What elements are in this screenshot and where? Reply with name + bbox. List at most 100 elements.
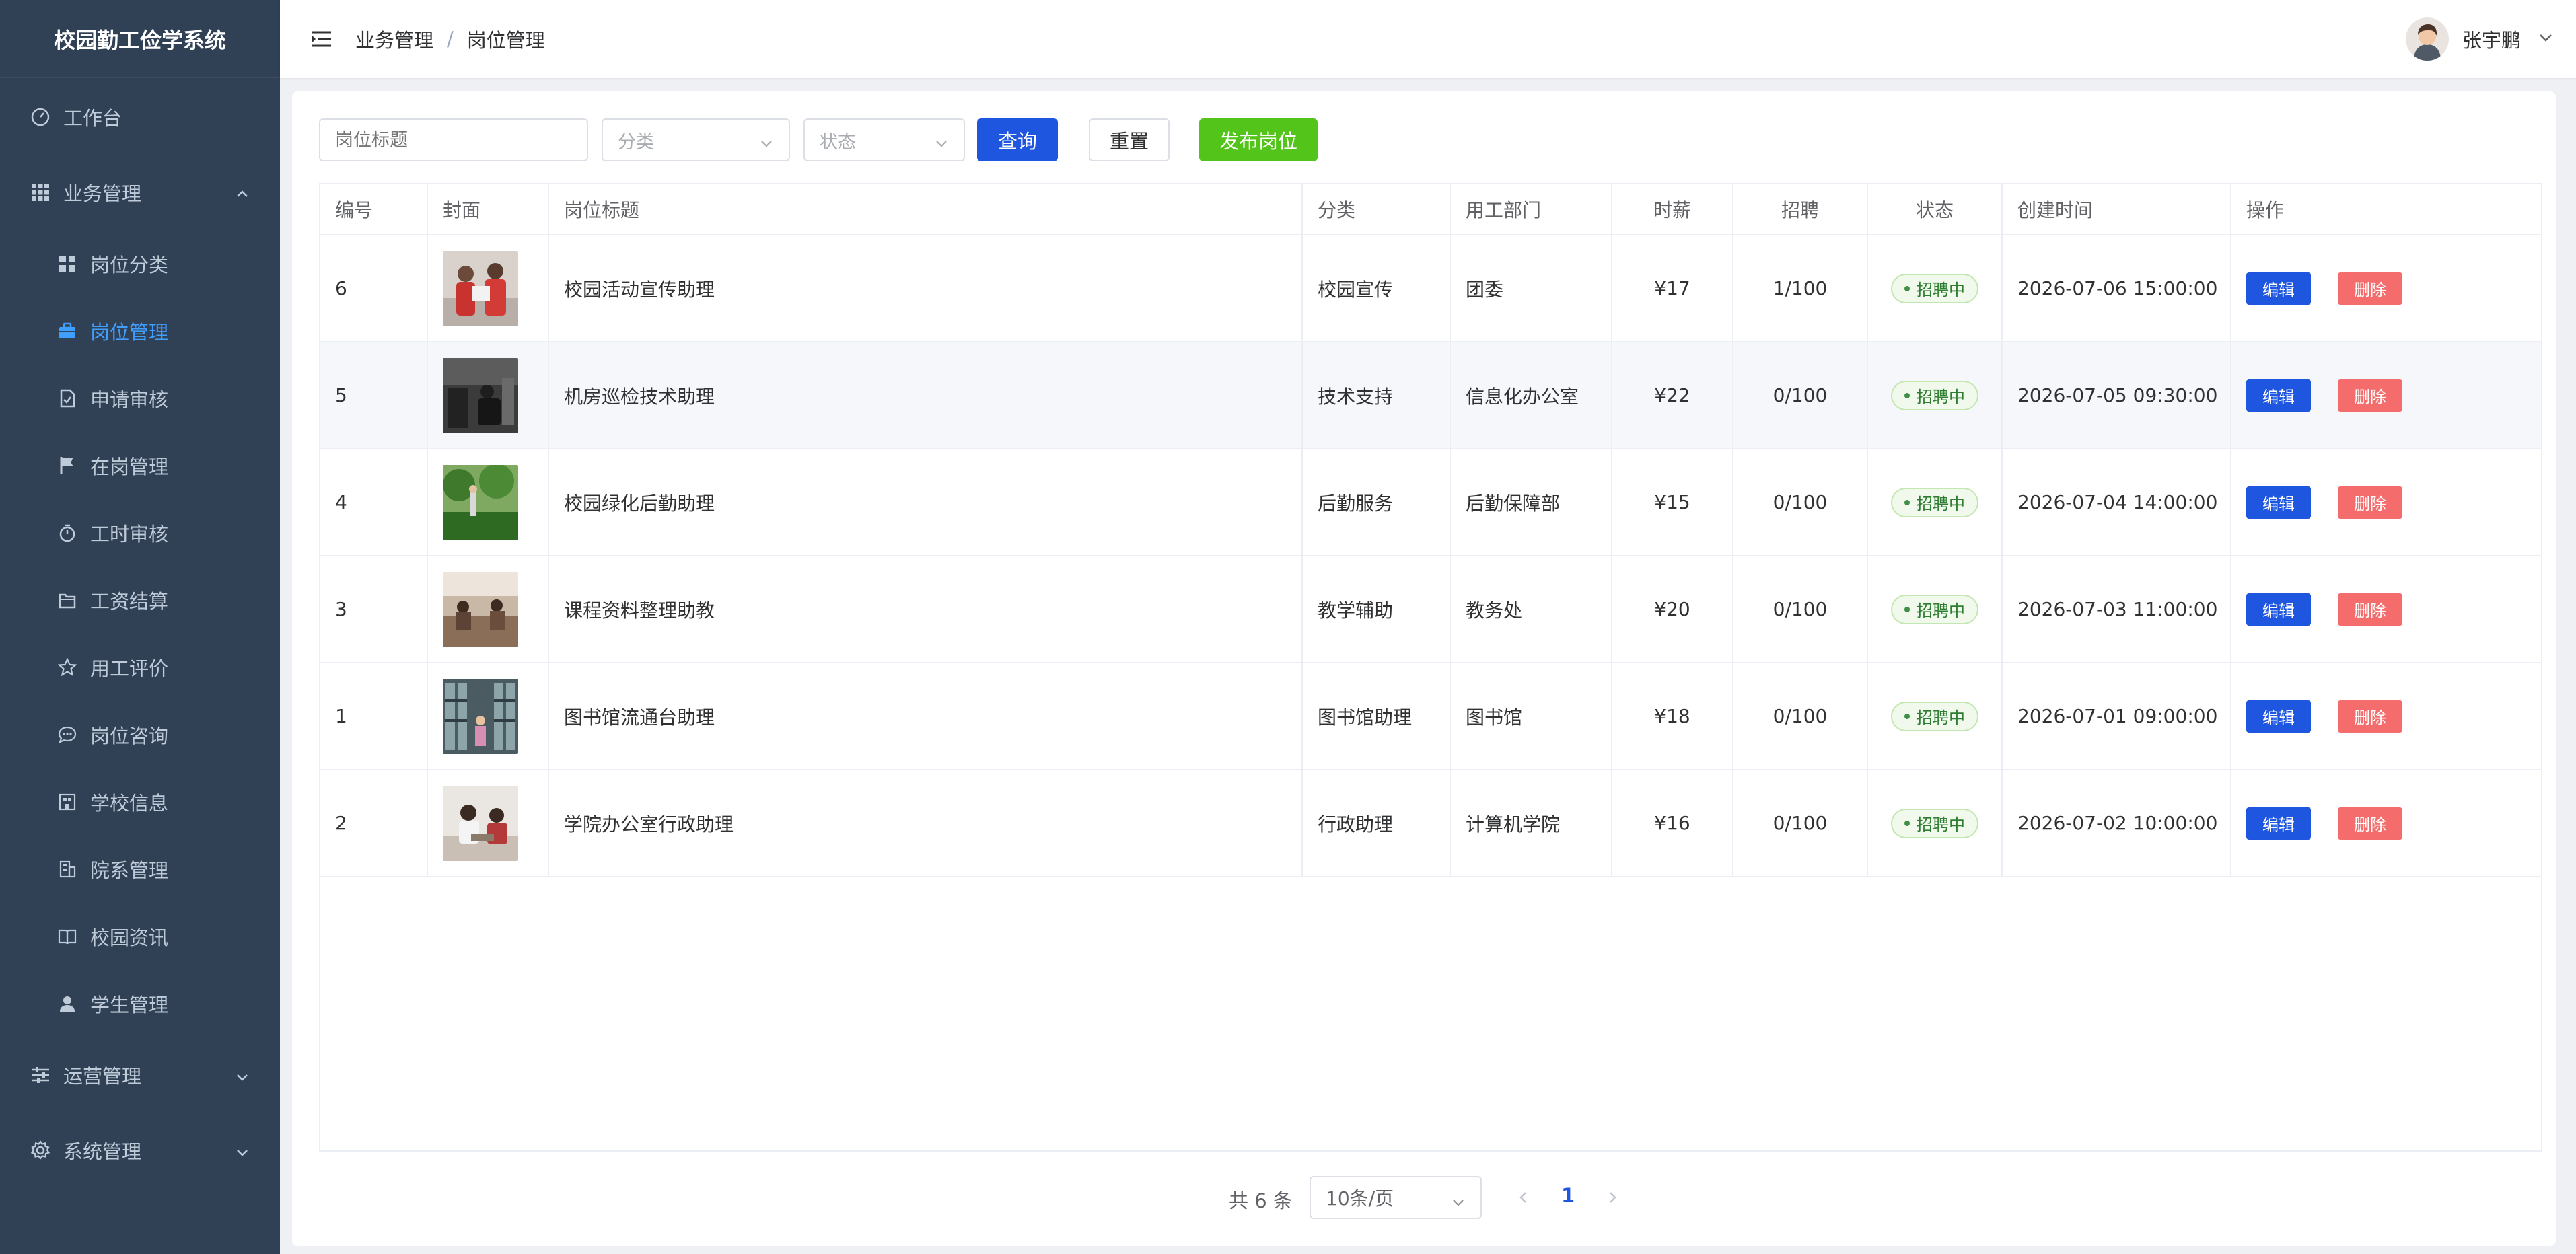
- sidebar-item-department-management[interactable]: 院系管理: [0, 842, 280, 896]
- delete-button[interactable]: 删除: [2338, 593, 2402, 626]
- delete-button[interactable]: 删除: [2338, 486, 2402, 519]
- job-cover-image[interactable]: [443, 250, 518, 326]
- status-badge-label: 招聘中: [1917, 815, 1965, 834]
- page-number-current[interactable]: 1: [1561, 1184, 1575, 1207]
- edit-button[interactable]: 编辑: [2246, 379, 2311, 412]
- cell-recruit: 0/100: [1733, 663, 1868, 769]
- edit-button[interactable]: 编辑: [2246, 486, 2311, 519]
- status-badge: 招聘中: [1891, 487, 1978, 517]
- document-check-icon: [57, 388, 78, 409]
- delete-button[interactable]: 删除: [2338, 700, 2402, 733]
- status-dot: [1904, 499, 1910, 505]
- school-icon: [57, 791, 78, 813]
- table-row: 1 图书馆流通台助理 图书馆助理 图书馆 ¥18 0/100 招聘中 2026-…: [320, 663, 2541, 770]
- sidebar-item-label: 用工评价: [90, 657, 169, 680]
- cell-recruit: 0/100: [1733, 449, 1868, 555]
- next-page-icon[interactable]: [1604, 1189, 1620, 1208]
- sidebar-item-label: 工作台: [63, 107, 122, 130]
- category-select[interactable]: 分类: [602, 118, 790, 161]
- title-search-input[interactable]: [319, 118, 588, 161]
- cell-title: 机房巡检技术助理: [549, 342, 1303, 448]
- sidebar-item-label: 岗位咨询: [90, 725, 169, 747]
- cell-id: 2: [320, 770, 428, 876]
- job-cover-image[interactable]: [443, 678, 518, 754]
- breadcrumb: 业务管理 / 岗位管理: [355, 25, 545, 53]
- stopwatch-icon: [57, 522, 78, 544]
- sidebar-item-job-management[interactable]: 岗位管理: [0, 304, 280, 358]
- user-name: 张宇鹏: [2462, 29, 2521, 52]
- cell-actions: 编辑 删除: [2231, 449, 2541, 555]
- breadcrumb-item-current: 岗位管理: [466, 29, 545, 52]
- sidebar-item-label: 申请审核: [90, 388, 169, 411]
- sidebar-item-job-category[interactable]: 岗位分类: [0, 237, 280, 291]
- breadcrumb-item-business[interactable]: 业务管理: [355, 25, 433, 53]
- menu-toggle-icon[interactable]: [310, 27, 334, 51]
- reset-button[interactable]: 重置: [1089, 118, 1170, 161]
- sidebar-item-dashboard[interactable]: 工作台: [0, 90, 280, 144]
- column-header-cover: 封面: [428, 184, 549, 234]
- column-header-status: 状态: [1868, 184, 2003, 234]
- column-header-department: 用工部门: [1451, 184, 1612, 234]
- cell-status: 招聘中: [1868, 556, 2003, 662]
- sidebar-item-employment-rating[interactable]: 用工评价: [0, 640, 280, 694]
- sidebar-item-hours-review[interactable]: 工时审核: [0, 506, 280, 560]
- cell-category: 教学辅助: [1303, 556, 1451, 662]
- page-size-value: 10条/页: [1326, 1187, 1394, 1210]
- cell-recruit: 0/100: [1733, 770, 1868, 876]
- sidebar-item-campus-news[interactable]: 校园资讯: [0, 910, 280, 963]
- cell-department: 教务处: [1451, 556, 1612, 662]
- cell-category: 后勤服务: [1303, 449, 1451, 555]
- cell-created: 2026-07-02 10:00:00: [2003, 770, 2231, 876]
- status-badge: 招聘中: [1891, 594, 1978, 624]
- publish-job-button[interactable]: 发布岗位: [1199, 118, 1318, 161]
- sidebar-item-on-duty[interactable]: 在岗管理: [0, 439, 280, 492]
- sidebar-item-job-inquiry[interactable]: 岗位咨询: [0, 708, 280, 762]
- cell-cover: [428, 663, 549, 769]
- page-size-select[interactable]: 10条/页: [1310, 1176, 1482, 1219]
- cell-actions: 编辑 删除: [2231, 663, 2541, 769]
- delete-button[interactable]: 删除: [2338, 272, 2402, 305]
- status-dot: [1904, 392, 1910, 398]
- job-cover-image[interactable]: [443, 357, 518, 433]
- cell-department: 信息化办公室: [1451, 342, 1612, 448]
- sidebar-group-business[interactable]: 业务管理: [0, 165, 280, 219]
- job-cover-image[interactable]: [443, 464, 518, 540]
- column-header-id: 编号: [320, 184, 428, 234]
- status-select[interactable]: 状态: [803, 118, 965, 161]
- delete-button[interactable]: 删除: [2338, 379, 2402, 412]
- sidebar-item-application-review[interactable]: 申请审核: [0, 371, 280, 425]
- sidebar-item-label: 工资结算: [90, 590, 169, 613]
- sidebar-group-operations[interactable]: 运营管理: [0, 1048, 280, 1102]
- sidebar-item-payroll[interactable]: 工资结算: [0, 573, 280, 627]
- job-cover-image[interactable]: [443, 571, 518, 647]
- status-select-placeholder: 状态: [820, 131, 856, 153]
- prev-page-icon[interactable]: [1515, 1189, 1532, 1208]
- sidebar-item-school-info[interactable]: 学校信息: [0, 775, 280, 829]
- edit-button[interactable]: 编辑: [2246, 272, 2311, 305]
- search-button[interactable]: 查询: [977, 118, 1058, 161]
- cell-category: 行政助理: [1303, 770, 1451, 876]
- edit-button[interactable]: 编辑: [2246, 593, 2311, 626]
- edit-button[interactable]: 编辑: [2246, 807, 2311, 840]
- column-header-title: 岗位标题: [549, 184, 1303, 234]
- cell-cover: [428, 770, 549, 876]
- sidebar-item-student-management[interactable]: 学生管理: [0, 977, 280, 1031]
- table-header: 编号 封面 岗位标题 分类 用工部门 时薪 招聘 状态 创建时间 操作: [320, 184, 2541, 235]
- user-icon: [57, 993, 78, 1015]
- job-cover-image[interactable]: [443, 785, 518, 861]
- chevron-up-icon: [234, 184, 250, 207]
- chevron-down-icon: [1451, 1192, 1466, 1214]
- cell-wage: ¥15: [1612, 449, 1733, 555]
- cell-category: 图书馆助理: [1303, 663, 1451, 769]
- edit-button[interactable]: 编辑: [2246, 700, 2311, 733]
- app-title: 校园勤工俭学系统: [0, 0, 280, 78]
- delete-button[interactable]: 删除: [2338, 807, 2402, 840]
- user-menu[interactable]: 张宇鹏: [2405, 15, 2554, 63]
- building-icon: [57, 858, 78, 880]
- status-badge-label: 招聘中: [1917, 494, 1965, 513]
- avatar: [2405, 17, 2449, 61]
- cell-status: 招聘中: [1868, 449, 2003, 555]
- sidebar-group-system[interactable]: 系统管理: [0, 1123, 280, 1177]
- cell-cover: [428, 342, 549, 448]
- column-header-wage: 时薪: [1612, 184, 1733, 234]
